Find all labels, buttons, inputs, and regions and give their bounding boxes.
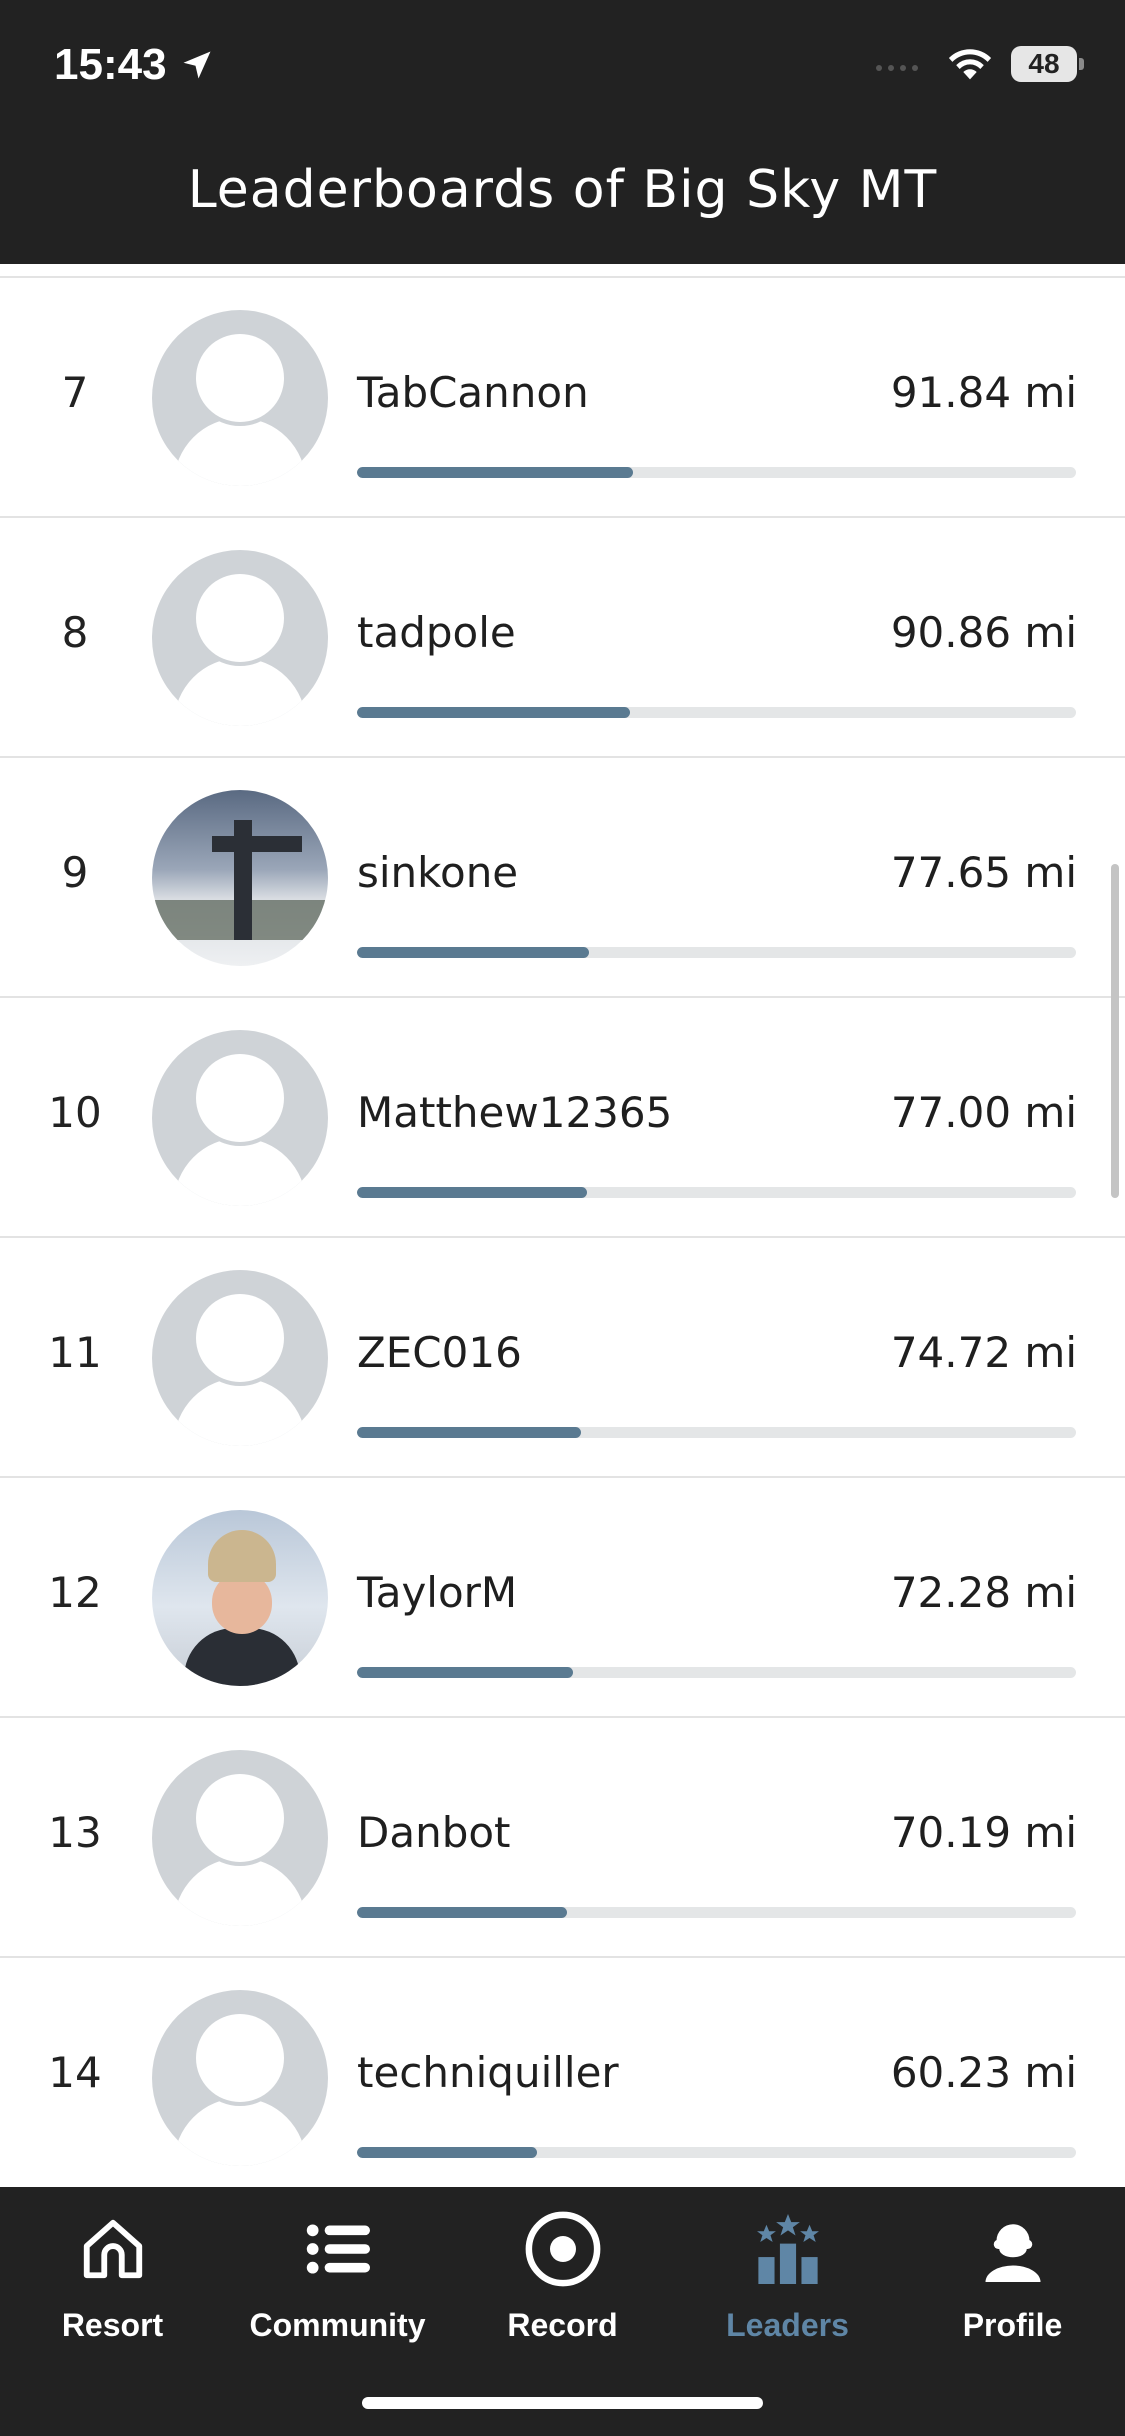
tab-label: Profile bbox=[962, 2307, 1063, 2343]
tab-label: Community bbox=[249, 2307, 426, 2343]
progress-bar-fill bbox=[357, 1187, 588, 1198]
home-indicator bbox=[362, 2397, 763, 2409]
leaderboard-row[interactable]: 11 ZEC016 74.72 mi bbox=[0, 1238, 1125, 1478]
user-name[interactable]: TabCannon bbox=[357, 368, 589, 417]
rank-number: 7 bbox=[61, 368, 89, 417]
avatar-placeholder-icon[interactable] bbox=[152, 1990, 328, 2166]
progress-bar bbox=[357, 1907, 1076, 1918]
progress-bar bbox=[357, 2147, 1076, 2158]
progress-bar bbox=[357, 1667, 1076, 1678]
user-name[interactable]: sinkone bbox=[357, 848, 518, 897]
profile-icon bbox=[985, 2224, 1040, 2282]
status-time: 15:43 bbox=[54, 40, 215, 90]
scrollbar[interactable] bbox=[1111, 864, 1119, 1198]
tab-label: Record bbox=[507, 2307, 618, 2343]
wifi-icon bbox=[948, 49, 992, 80]
leaderboard-row[interactable]: 13 Danbot 70.19 mi bbox=[0, 1718, 1125, 1958]
leaderboard-icon bbox=[756, 2214, 819, 2284]
distance-value: 91.84 mi bbox=[890, 368, 1077, 417]
avatar-placeholder-icon[interactable] bbox=[152, 1750, 328, 1926]
user-name[interactable]: ZEC016 bbox=[357, 1328, 522, 1377]
rank-number: 9 bbox=[61, 848, 89, 897]
location-arrow-icon bbox=[183, 51, 211, 79]
status-time-text: 15:43 bbox=[54, 40, 167, 89]
avatar-placeholder-icon[interactable] bbox=[152, 1030, 328, 1206]
record-icon bbox=[525, 2211, 600, 2287]
user-name[interactable]: TaylorM bbox=[357, 1568, 517, 1617]
progress-bar-fill bbox=[357, 707, 631, 718]
leaderboard-row[interactable]: 7 TabCannon 91.84 mi bbox=[0, 278, 1125, 518]
user-name[interactable]: Danbot bbox=[357, 1808, 511, 1857]
top-header: 15:43 48 Leaderboards of Big Sky MT bbox=[0, 0, 1125, 264]
battery-level: 48 bbox=[1028, 48, 1060, 79]
rank-number: 10 bbox=[48, 1088, 102, 1137]
tab-profile[interactable]: Profile bbox=[900, 2209, 1125, 2359]
tab-community[interactable]: Community bbox=[225, 2209, 450, 2359]
distance-value: 77.00 mi bbox=[890, 1088, 1077, 1137]
progress-bar-fill bbox=[357, 1907, 567, 1918]
tab-resort[interactable]: Resort bbox=[0, 2209, 225, 2359]
signal-icon bbox=[876, 65, 918, 71]
tab-label: Resort bbox=[61, 2307, 164, 2343]
progress-bar bbox=[357, 707, 1076, 718]
progress-bar-fill bbox=[357, 2147, 537, 2158]
rank-number: 13 bbox=[48, 1808, 102, 1857]
leaderboard-row[interactable]: 8 tadpole 90.86 mi bbox=[0, 518, 1125, 758]
leaderboard-row[interactable]: 9 sinkone 77.65 mi bbox=[0, 758, 1125, 998]
rank-number: 11 bbox=[48, 1328, 102, 1377]
status-icons: 48 bbox=[873, 46, 1084, 82]
tab-leaders[interactable]: Leaders bbox=[675, 2209, 900, 2359]
progress-bar bbox=[357, 947, 1076, 958]
distance-value: 70.19 mi bbox=[890, 1808, 1077, 1857]
progress-bar bbox=[357, 1427, 1076, 1438]
progress-bar bbox=[357, 1187, 1076, 1198]
home-icon bbox=[83, 2219, 142, 2279]
tab-record[interactable]: Record bbox=[450, 2209, 675, 2359]
progress-bar-fill bbox=[357, 947, 589, 958]
leaderboard-row[interactable]: 14 techniquiller 60.23 mi bbox=[0, 1958, 1125, 2187]
distance-value: 60.23 mi bbox=[890, 2048, 1077, 2097]
progress-bar-fill bbox=[357, 1667, 573, 1678]
user-name[interactable]: Matthew12365 bbox=[357, 1088, 672, 1137]
avatar-placeholder-icon[interactable] bbox=[152, 1270, 328, 1446]
progress-bar-fill bbox=[357, 467, 634, 478]
avatar-photo[interactable] bbox=[152, 1510, 328, 1686]
page-title: Leaderboards of Big Sky MT bbox=[187, 160, 938, 220]
tab-label: Leaders bbox=[726, 2307, 849, 2343]
list-icon bbox=[306, 2224, 370, 2274]
progress-bar bbox=[357, 467, 1076, 478]
leaderboard-row[interactable]: 12 TaylorM 72.28 mi bbox=[0, 1478, 1125, 1718]
avatar-photo[interactable] bbox=[152, 790, 328, 966]
user-name[interactable]: techniquiller bbox=[357, 2048, 619, 2097]
avatar-placeholder-icon[interactable] bbox=[152, 310, 328, 486]
battery-indicator: 48 bbox=[1011, 46, 1084, 82]
user-name[interactable]: tadpole bbox=[357, 608, 516, 657]
distance-value: 77.65 mi bbox=[890, 848, 1077, 897]
rank-number: 14 bbox=[48, 2048, 102, 2097]
distance-value: 90.86 mi bbox=[890, 608, 1077, 657]
avatar-placeholder-icon[interactable] bbox=[152, 550, 328, 726]
rank-number: 8 bbox=[61, 608, 89, 657]
distance-value: 72.28 mi bbox=[890, 1568, 1077, 1617]
leaderboard-list[interactable]: 7 TabCannon 91.84 mi 8 tadpole 90.86 mi 9 sinko… bbox=[0, 264, 1125, 2187]
leaderboard-row[interactable]: 10 Matthew12365 77.00 mi bbox=[0, 998, 1125, 1238]
progress-bar-fill bbox=[357, 1427, 582, 1438]
distance-value: 74.72 mi bbox=[890, 1328, 1077, 1377]
rank-number: 12 bbox=[48, 1568, 102, 1617]
